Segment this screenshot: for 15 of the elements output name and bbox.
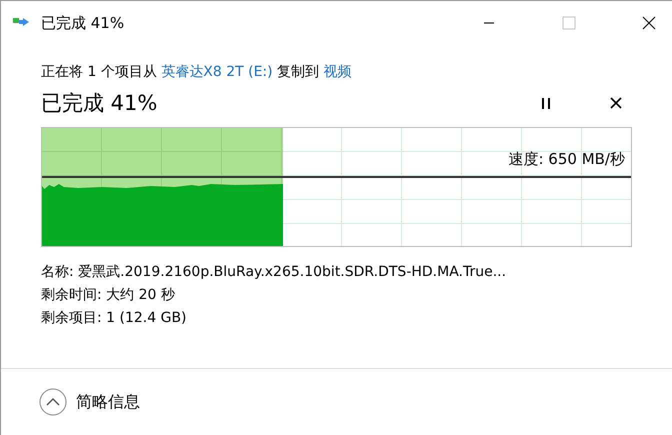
maximize-icon	[562, 16, 576, 30]
speed-label: 速度: 650 MB/秒	[508, 150, 625, 169]
details-toggle[interactable]: 简略信息	[39, 388, 140, 416]
window-title: 已完成 41%	[41, 14, 126, 32]
source-link[interactable]: 英睿达X8 2T (E:)	[161, 64, 273, 80]
destination-link[interactable]: 视频	[324, 64, 352, 80]
detail-line: 名称: 爱黑武.2019.2160p.BluRay.x265.10bit.SDR.DTS-HD.MA.True...	[41, 263, 508, 281]
close-icon	[610, 97, 622, 109]
close-icon	[642, 16, 656, 30]
detail-line: 剩余项目: 1 (12.4 GB)	[41, 309, 188, 327]
detail-line: 剩余时间: 大约 20 秒	[41, 286, 176, 304]
chevron-up-icon	[39, 388, 67, 416]
progress-status: 已完成 41%	[41, 90, 158, 117]
copy-summary: 正在将 1 个项目从 英睿达X8 2T (E:) 复制到 视频	[41, 63, 353, 81]
pause-icon	[540, 97, 552, 109]
